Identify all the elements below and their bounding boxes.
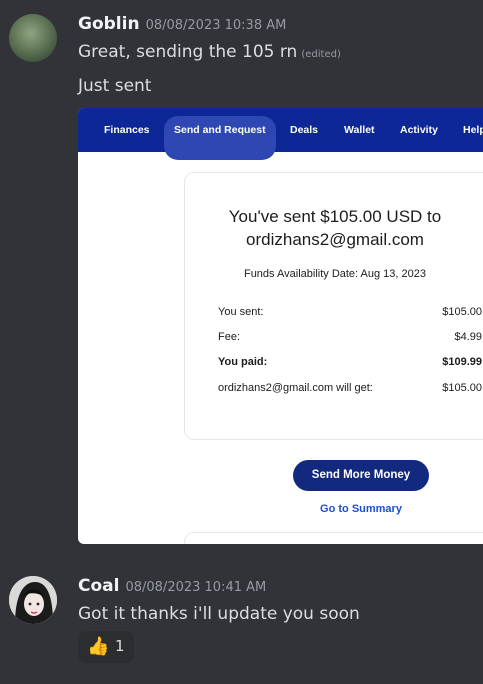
username[interactable]: Coal <box>78 576 119 596</box>
nav-activity: Activity <box>400 124 438 136</box>
edited-label: (edited) <box>301 49 341 60</box>
avatar-portrait-icon <box>9 576 57 624</box>
avatar[interactable] <box>9 576 57 624</box>
message-header: Goblin 08/08/2023 10:38 AM <box>78 14 286 34</box>
timestamp: 08/08/2023 10:41 AM <box>125 580 267 595</box>
message-text: Great, sending the 105 rn (edited) <box>78 42 341 62</box>
message-text-line: Just sent <box>78 76 152 96</box>
confirmation-title-line2: ordizhans2@gmail.com <box>246 230 424 249</box>
nav-finances: Finances <box>104 124 150 136</box>
nav-send-and-request: Send and Request <box>164 116 276 160</box>
row-value: $105.00 <box>442 306 482 318</box>
confirmation-title-line1: You've sent $105.00 USD to <box>228 207 442 226</box>
reaction-count: 1 <box>115 637 125 655</box>
send-more-money-button: Send More Money <box>293 460 429 491</box>
secondary-card <box>184 532 483 544</box>
avatar[interactable] <box>9 14 57 62</box>
message-text-line: Great, sending the 105 rn <box>78 42 298 62</box>
nav-help: Help <box>463 124 483 136</box>
row-value: $109.99 <box>442 356 482 368</box>
row-label: Fee: <box>218 331 241 343</box>
funds-availability: Funds Availability Date: Aug 13, 2023 <box>243 268 427 280</box>
paypal-nav-bar: Finances Send and Request Deals Wallet A… <box>78 108 483 160</box>
message-header: Coal 08/08/2023 10:41 AM <box>78 576 266 596</box>
timestamp: 08/08/2023 10:38 AM <box>145 18 287 33</box>
message-text-line: Got it thanks i'll update you soon <box>78 604 360 624</box>
reaction-thumbs-up[interactable]: 👍 1 <box>78 631 134 663</box>
username[interactable]: Goblin <box>78 14 140 34</box>
confirmation-card: You've sent $105.00 USD to ordizhans2@gm… <box>184 172 483 440</box>
row-label: You sent: <box>218 306 264 318</box>
thumbs-up-icon: 👍 <box>87 636 110 657</box>
attached-image[interactable]: Finances Send and Request Deals Wallet A… <box>78 108 483 544</box>
nav-deals: Deals <box>290 124 319 136</box>
go-to-summary-link: Go to Summary <box>320 503 402 515</box>
row-value: $4.99 <box>454 331 482 343</box>
row-label: ordizhans2@gmail.com will get: <box>218 382 373 394</box>
nav-wallet: Wallet <box>344 124 375 136</box>
row-value: $105.00 <box>442 382 482 394</box>
row-label: You paid: <box>218 356 268 368</box>
